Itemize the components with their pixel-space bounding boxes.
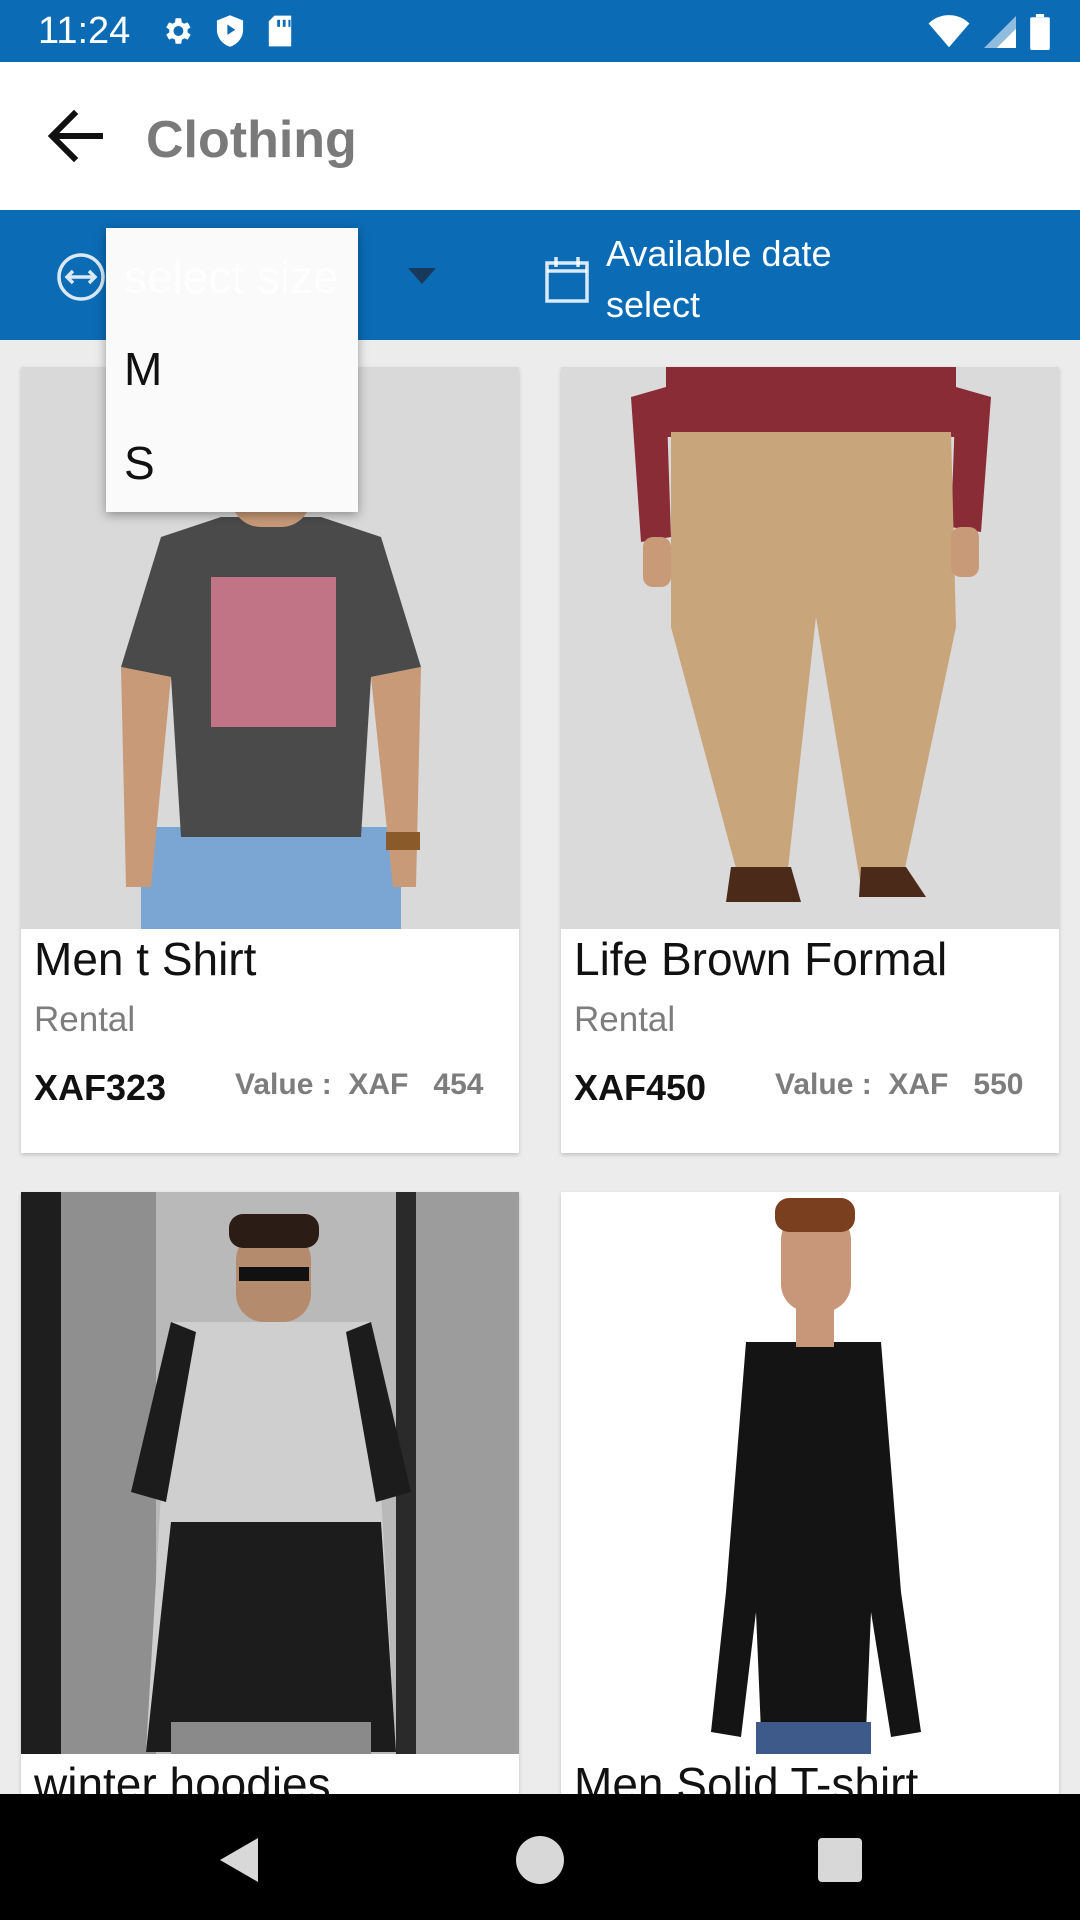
home-circle-icon: [516, 1836, 564, 1884]
system-nav-bar: [0, 1794, 1080, 1920]
gear-icon: [166, 18, 191, 44]
product-price: XAF450: [574, 1067, 707, 1108]
product-card[interactable]: Life Brown Formal Rental XAF450 Value : …: [561, 367, 1059, 1153]
chevron-down-icon[interactable]: [408, 268, 436, 284]
signal-icon: [984, 16, 1016, 48]
arrow-left-icon: [47, 109, 103, 163]
page-title: Clothing: [146, 111, 357, 169]
date-label-line2: select: [606, 284, 701, 325]
sd-card-icon: [268, 15, 292, 47]
battery-icon: [1030, 14, 1050, 50]
product-info: Life Brown Formal Rental XAF450 Value : …: [561, 929, 1059, 1153]
product-price: XAF323: [34, 1067, 167, 1108]
wifi-icon: [928, 15, 970, 48]
product-image: [561, 367, 1059, 929]
product-type: Rental: [574, 1000, 676, 1039]
status-time: 11:24: [38, 10, 131, 52]
product-name: Life Brown Formal: [574, 933, 948, 985]
size-option-label: S: [124, 437, 155, 489]
back-button[interactable]: [46, 108, 112, 164]
nav-recents-button[interactable]: [812, 1832, 868, 1888]
product-name: Men t Shirt: [34, 933, 257, 985]
nav-back-button[interactable]: [212, 1832, 268, 1888]
size-dropdown-menu: select size M S: [106, 228, 358, 512]
recents-square-icon: [818, 1838, 862, 1882]
size-placeholder: select size: [124, 251, 339, 303]
product-image: [21, 1192, 519, 1754]
nav-home-button[interactable]: [512, 1832, 568, 1888]
date-label-line1: Available date: [606, 233, 832, 274]
status-bar: 11:24: [0, 0, 1080, 62]
product-value: Value : XAF 550: [775, 1068, 1024, 1101]
product-card[interactable]: Men Solid T-shirt: [561, 1192, 1059, 1892]
product-card[interactable]: winter hoodies: [21, 1192, 519, 1892]
calendar-icon: [545, 257, 589, 303]
product-info: Men t Shirt Rental XAF323 Value : XAF 45…: [21, 929, 519, 1153]
shield-icon: [216, 15, 244, 47]
back-triangle-icon: [220, 1838, 258, 1882]
size-option-s[interactable]: S: [106, 416, 358, 508]
size-option-m[interactable]: M: [106, 322, 358, 414]
status-icons-right: [928, 14, 1050, 50]
status-icons-left: [160, 14, 294, 48]
product-value: Value : XAF 454: [235, 1068, 484, 1101]
app-bar: Clothing: [0, 62, 1080, 210]
date-label: Available date select: [606, 228, 832, 330]
product-type: Rental: [34, 1000, 136, 1039]
product-image: [561, 1192, 1059, 1754]
size-option-label: M: [124, 343, 163, 395]
horizontal-arrows-icon: [57, 253, 105, 301]
date-select[interactable]: Available date select: [540, 210, 1060, 340]
